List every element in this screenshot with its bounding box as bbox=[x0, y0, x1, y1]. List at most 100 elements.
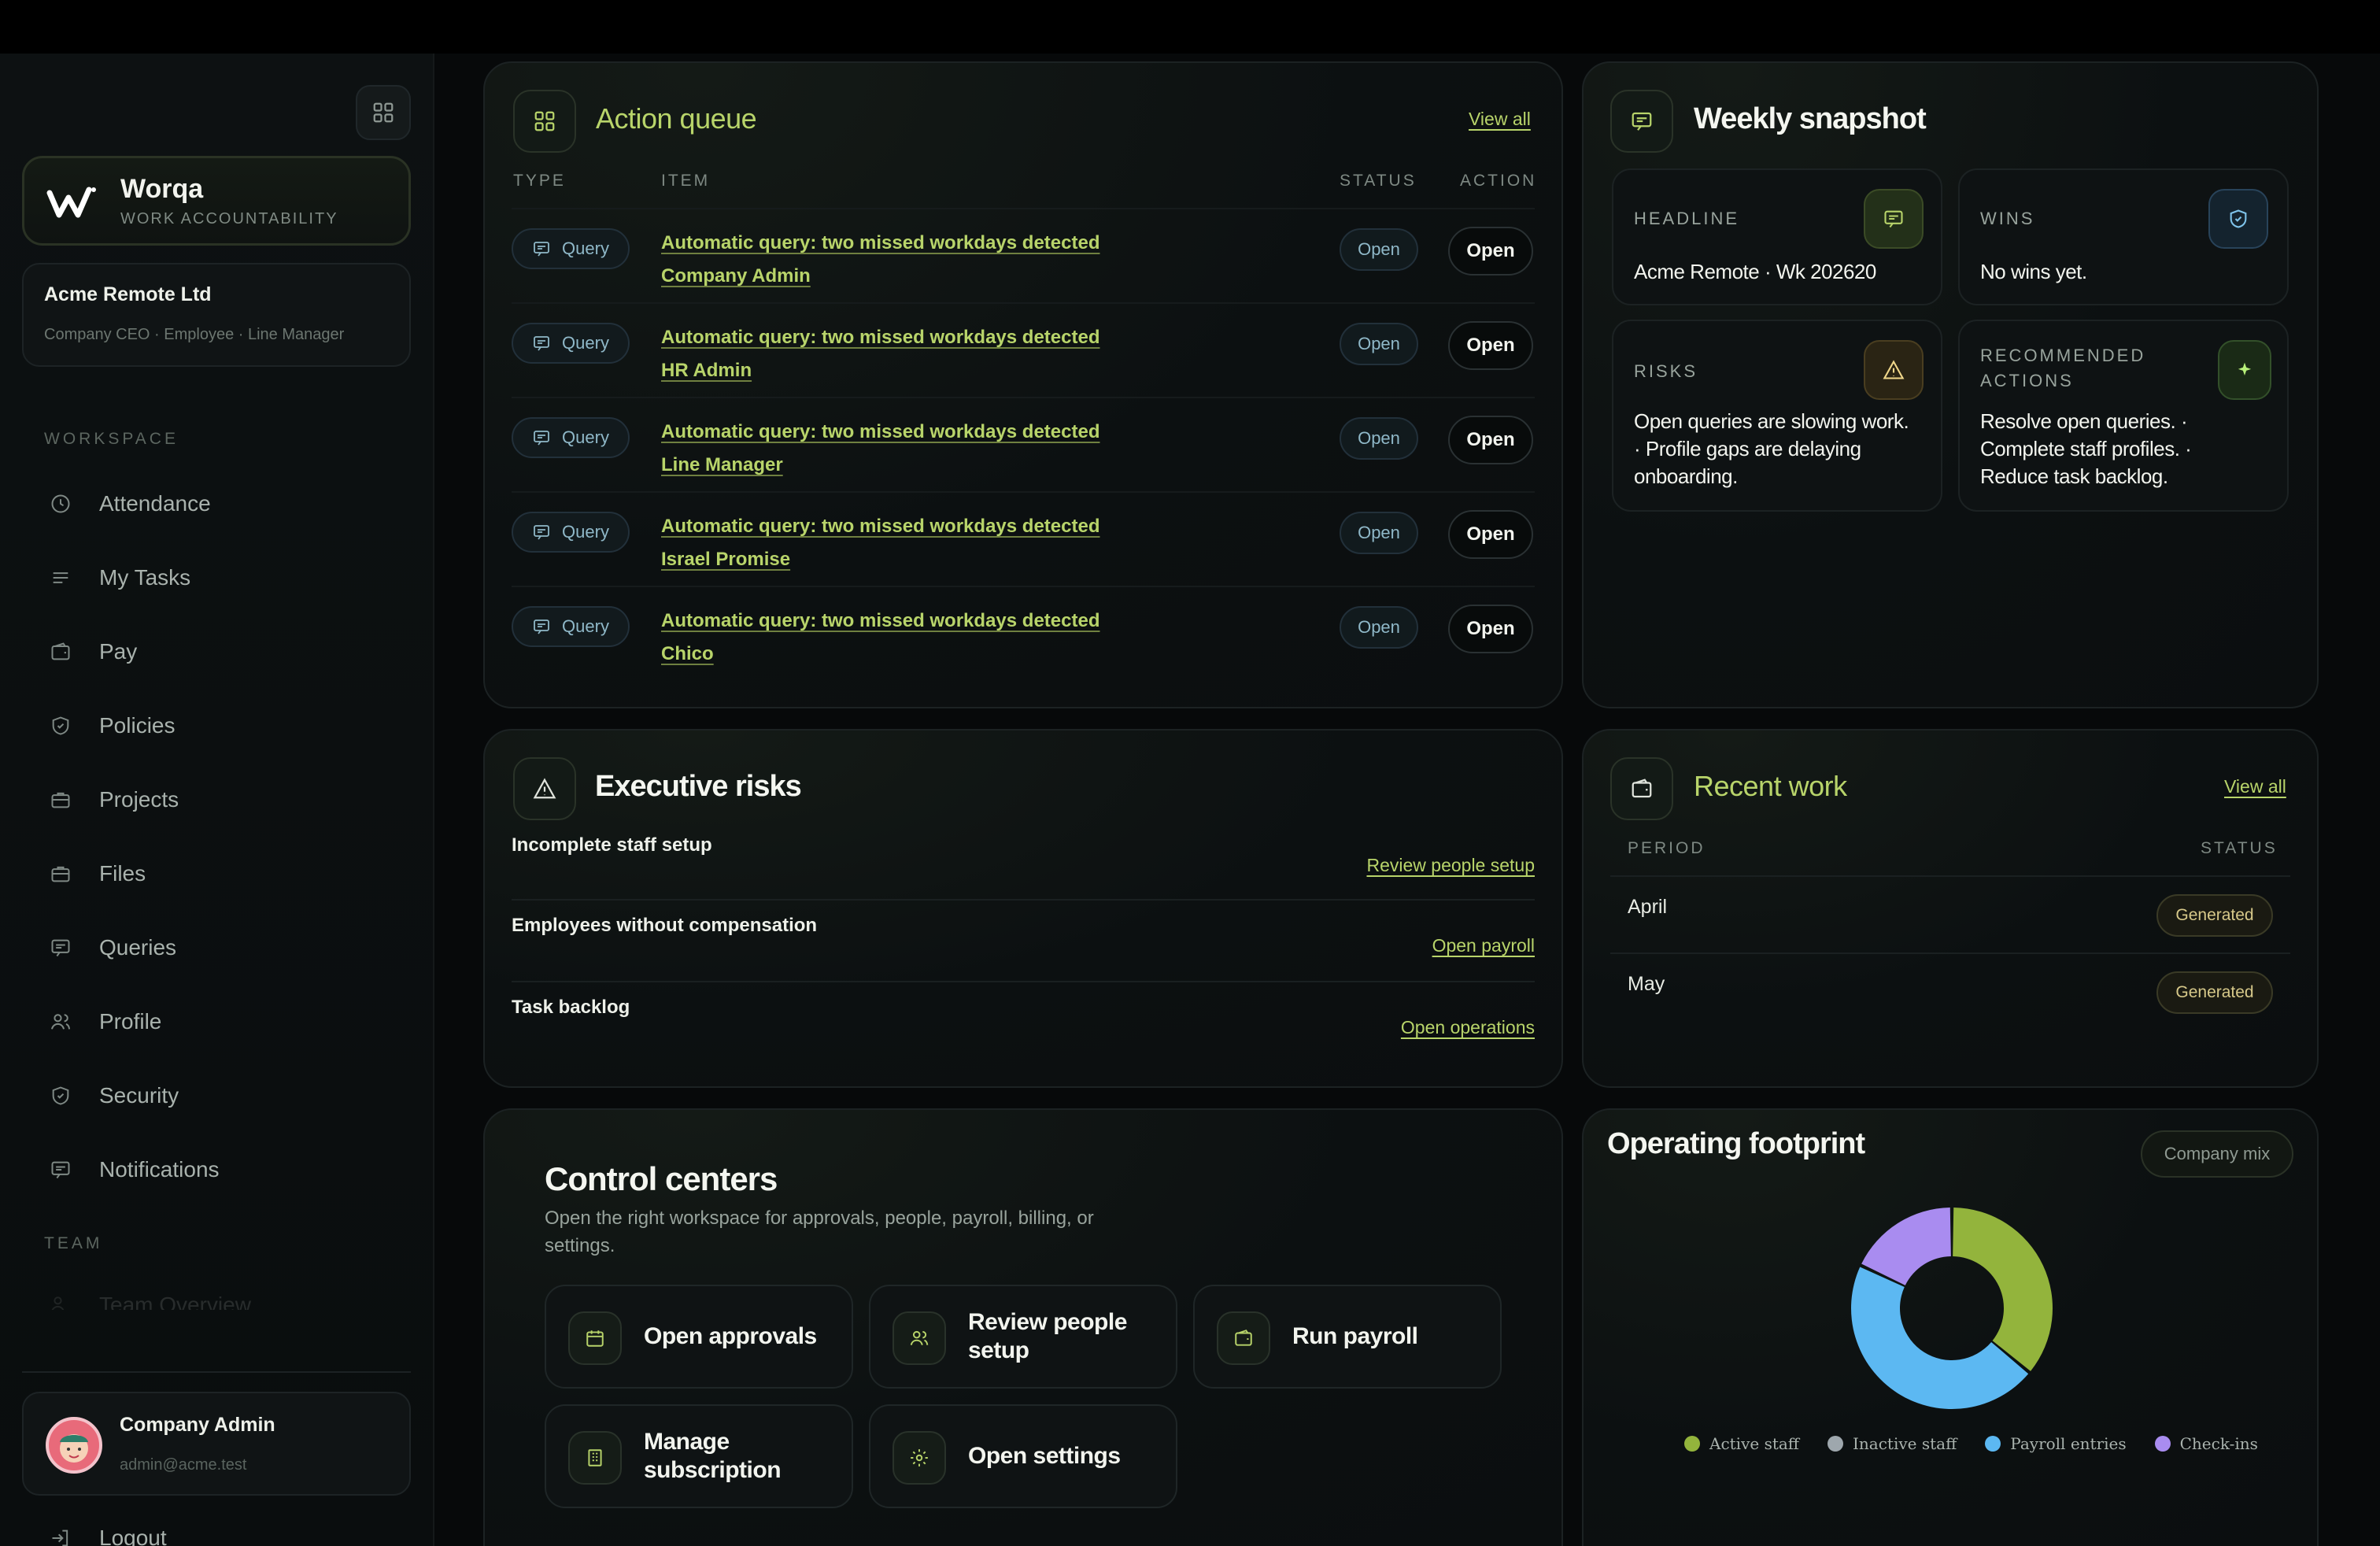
legend-swatch bbox=[2154, 1436, 2171, 1452]
queue-item-link[interactable]: Automatic query: two missed workdays det… bbox=[661, 416, 1099, 482]
recent-work-view-all-link[interactable]: View all bbox=[2224, 776, 2286, 797]
manage-subscription-button[interactable]: Manage subscription bbox=[545, 1404, 853, 1508]
chat-icon bbox=[1632, 112, 1652, 131]
calendar-icon bbox=[568, 1311, 622, 1365]
table-row: Query Automatic query: two missed workda… bbox=[512, 586, 1535, 679]
sidebar: Worqa WORK ACCOUNTABILITY Acme Remote Lt… bbox=[0, 54, 434, 1546]
sidebar-item-label: Profile bbox=[99, 1009, 162, 1034]
queue-item-link[interactable]: Automatic query: two missed workdays det… bbox=[661, 510, 1099, 576]
column-header-action: ACTION bbox=[1460, 172, 1537, 190]
open-button[interactable]: Open bbox=[1448, 416, 1533, 464]
company-mix-pill[interactable]: Company mix bbox=[2141, 1130, 2293, 1178]
sidebar-divider bbox=[22, 1371, 411, 1373]
sidebar-item-my-tasks[interactable]: My Tasks bbox=[31, 549, 401, 606]
table-row: Query Automatic query: two missed workda… bbox=[512, 208, 1535, 301]
open-approvals-button[interactable]: Open approvals bbox=[545, 1285, 853, 1389]
sidebar-item-team-overview[interactable]: Team Overview bbox=[31, 1278, 401, 1310]
table-row[interactable]: May Generated bbox=[1610, 952, 2290, 1030]
button-label: Open approvals bbox=[644, 1323, 817, 1349]
queue-item-title: Automatic query: two missed workdays det… bbox=[661, 421, 1100, 442]
status-badge: Generated bbox=[2156, 894, 2273, 937]
users-icon bbox=[49, 1010, 72, 1034]
clock-icon bbox=[49, 492, 72, 516]
list-icon bbox=[49, 566, 72, 590]
open-button[interactable]: Open bbox=[1448, 227, 1533, 276]
queue-item-person: HR Admin bbox=[661, 360, 752, 381]
logout-button[interactable]: Logout bbox=[31, 1510, 401, 1546]
status-badge: Open bbox=[1340, 323, 1418, 365]
queue-item-person: Chico bbox=[661, 643, 714, 664]
open-button[interactable]: Open bbox=[1448, 510, 1533, 559]
sidebar-item-security[interactable]: Security bbox=[31, 1067, 401, 1124]
headline-text: Acme Remote · Wk 202620 bbox=[1634, 260, 1876, 283]
chat-icon bbox=[49, 1158, 72, 1182]
team-heading: TEAM bbox=[44, 1234, 103, 1252]
queue-item-link[interactable]: Automatic query: two missed workdays det… bbox=[661, 321, 1099, 387]
brand-name: Worqa bbox=[120, 174, 204, 204]
operating-footprint-title: Operating footprint bbox=[1607, 1127, 1865, 1160]
chat-icon bbox=[534, 431, 549, 446]
table-row: Query Automatic query: two missed workda… bbox=[512, 397, 1535, 490]
risk-action-link[interactable]: Open operations bbox=[1401, 1017, 1535, 1038]
sparkle-icon bbox=[2218, 340, 2271, 400]
open-settings-button[interactable]: Open settings bbox=[869, 1404, 1177, 1508]
sidebar-item-projects[interactable]: Projects bbox=[31, 771, 401, 828]
chat-icon bbox=[534, 525, 549, 540]
sidebar-item-files[interactable]: Files bbox=[31, 845, 401, 902]
recommended-actions-label: RECOMMENDED ACTIONS bbox=[1980, 343, 2145, 394]
action-queue-icon-box bbox=[513, 90, 576, 153]
queue-item-link[interactable]: Automatic query: two missed workdays det… bbox=[661, 227, 1099, 293]
sidebar-item-label: My Tasks bbox=[99, 565, 191, 590]
status-badge: Open bbox=[1340, 606, 1418, 649]
type-label: Query bbox=[562, 333, 609, 353]
wins-box: WINS No wins yet. bbox=[1958, 168, 2289, 305]
sidebar-item-notifications[interactable]: Notifications bbox=[31, 1141, 401, 1198]
sidebar-item-queries[interactable]: Queries bbox=[31, 919, 401, 976]
chat-icon bbox=[534, 242, 549, 257]
sidebar-item-policies[interactable]: Policies bbox=[31, 697, 401, 754]
avatar bbox=[46, 1417, 102, 1474]
risk-action-link[interactable]: Open payroll bbox=[1432, 935, 1535, 956]
legend-swatch bbox=[1684, 1436, 1700, 1452]
table-row[interactable]: April Generated bbox=[1610, 875, 2290, 952]
sidebar-item-pay[interactable]: Pay bbox=[31, 623, 401, 680]
shield-icon bbox=[2208, 189, 2268, 249]
column-header-item: ITEM bbox=[661, 172, 711, 190]
chat-icon bbox=[1864, 189, 1924, 249]
shield-icon bbox=[49, 1084, 72, 1108]
column-header-type: TYPE bbox=[513, 172, 566, 190]
wallet-icon bbox=[1217, 1311, 1270, 1365]
action-queue-title: Action queue bbox=[596, 102, 757, 135]
legend-label: Inactive staff bbox=[1853, 1434, 1957, 1453]
wallet-icon bbox=[1632, 779, 1652, 798]
risk-action-link[interactable]: Review people setup bbox=[1366, 855, 1535, 876]
open-button[interactable]: Open bbox=[1448, 321, 1533, 370]
open-button[interactable]: Open bbox=[1448, 605, 1533, 653]
rec-line: Reduce task backlog. bbox=[1980, 464, 2168, 488]
run-payroll-button[interactable]: Run payroll bbox=[1193, 1285, 1502, 1389]
sidebar-item-attendance[interactable]: Attendance bbox=[31, 475, 401, 532]
organization-roles: Company CEO · Employee · Line Manager bbox=[44, 326, 345, 343]
legend-label: Active staff bbox=[1709, 1434, 1800, 1453]
organization-card[interactable]: Acme Remote Ltd Company CEO · Employee ·… bbox=[22, 263, 411, 367]
avatar-face-icon bbox=[60, 1434, 88, 1463]
sidebar-item-profile[interactable]: Profile bbox=[31, 993, 401, 1050]
user-card[interactable]: Company Admin admin@acme.test bbox=[22, 1392, 411, 1496]
brand-card[interactable]: Worqa WORK ACCOUNTABILITY bbox=[22, 156, 411, 246]
risk-row: Task backlog Open operations bbox=[512, 987, 1535, 1067]
gear-icon bbox=[893, 1431, 946, 1485]
recent-work-title: Recent work bbox=[1694, 770, 1847, 802]
sidebar-toggle-button[interactable] bbox=[356, 85, 411, 140]
action-queue-view-all-link[interactable]: View all bbox=[1469, 109, 1531, 130]
risks-text: Open queries are slowing work. · Profile… bbox=[1634, 408, 1909, 490]
queue-item-link[interactable]: Automatic query: two missed workdays det… bbox=[661, 605, 1099, 671]
users-icon bbox=[49, 1293, 72, 1310]
sidebar-item-label: Queries bbox=[99, 935, 177, 960]
legend-item: Check-ins bbox=[2154, 1434, 2258, 1453]
queue-item-title: Automatic query: two missed workdays det… bbox=[661, 327, 1100, 348]
user-email: admin@acme.test bbox=[120, 1456, 247, 1474]
weekly-snapshot-icon-box bbox=[1610, 90, 1673, 153]
review-people-setup-button[interactable]: Review people setup bbox=[869, 1285, 1177, 1389]
sidebar-item-label: Files bbox=[99, 861, 146, 886]
divider bbox=[512, 899, 1535, 901]
